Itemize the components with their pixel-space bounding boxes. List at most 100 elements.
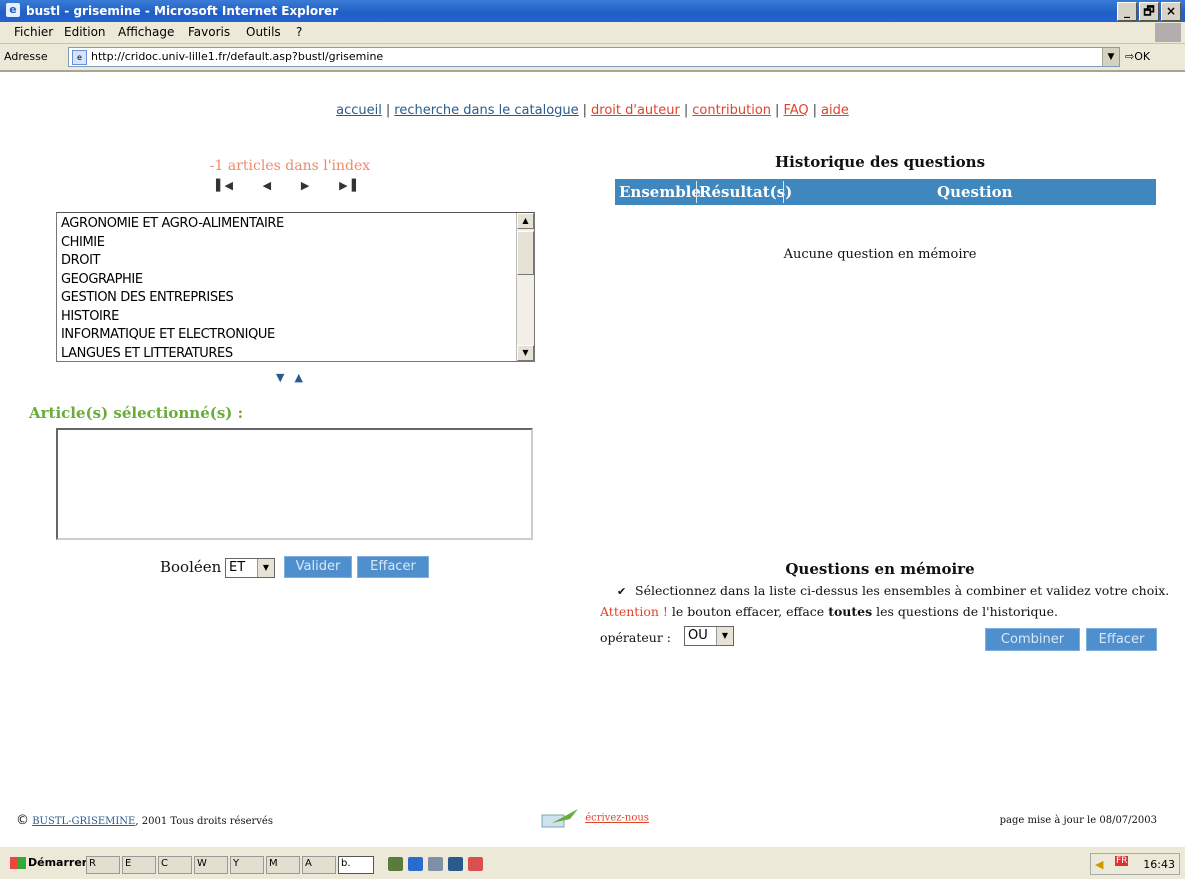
nav-separator: | — [385, 103, 391, 118]
list-item[interactable]: GESTION DES ENTREPRISES — [61, 289, 284, 308]
index-scrollbar[interactable]: ▲ ▼ — [516, 213, 534, 361]
combine-button[interactable]: Combiner — [985, 628, 1080, 651]
list-item[interactable]: INFORMATIQUE ET ELECTRONIQUE — [61, 326, 284, 345]
footer-write-us: écrivez-nous — [540, 807, 649, 829]
warning-prefix: Attention ! — [600, 604, 668, 619]
history-clear-button[interactable]: Effacer — [1086, 628, 1157, 651]
nav-link-accueil[interactable]: accueil — [336, 103, 382, 118]
explorer-quicklaunch-icon[interactable] — [428, 857, 443, 871]
column-header-question: Question — [937, 183, 1013, 201]
go-button[interactable]: ⇨OK — [1125, 50, 1150, 63]
selected-articles-box[interactable] — [56, 428, 533, 540]
close-button[interactable]: × — [1161, 2, 1181, 21]
footer-rights-text: , 2001 Tous droits réservés — [135, 816, 273, 827]
list-item[interactable]: CHIMIE — [61, 234, 284, 253]
memory-title: Questions en mémoire — [785, 560, 975, 578]
list-item[interactable]: AGRONOMIE ET AGRO-ALIMENTAIRE — [61, 215, 284, 234]
scroll-up-button[interactable]: ▲ — [517, 213, 534, 229]
list-item[interactable]: HISTOIRE — [61, 308, 284, 327]
address-input[interactable]: e http://cridoc.univ-lille1.fr/default.a… — [68, 47, 1120, 67]
language-indicator[interactable]: FR — [1115, 856, 1129, 866]
clock: 16:43 — [1143, 858, 1175, 871]
memory-note-text: Sélectionnez dans la liste ci-dessus les… — [635, 583, 1170, 598]
taskbar-button[interactable]: M — [266, 856, 300, 874]
column-divider — [783, 181, 784, 203]
list-item[interactable]: DROIT — [61, 252, 284, 271]
index-listbox[interactable]: AGRONOMIE ET AGRO-ALIMENTAIRE CHIMIE DRO… — [56, 212, 535, 362]
ie-quicklaunch-icon[interactable] — [408, 857, 423, 871]
move-arrows: ▼ ▲ — [276, 371, 303, 384]
chevron-down-icon: ▼ — [257, 559, 274, 577]
window-title-bar[interactable]: e bustl - grisemine - Microsoft Internet… — [0, 0, 1185, 22]
footer-copyright: © BUSTL-GRISEMINE, 2001 Tous droits rése… — [16, 813, 273, 828]
next-page-icon[interactable]: ▶ — [301, 179, 309, 192]
taskbar-button-active[interactable]: b. — [338, 856, 374, 874]
index-items: AGRONOMIE ET AGRO-ALIMENTAIRE CHIMIE DRO… — [61, 215, 284, 363]
first-page-icon[interactable]: ▌◀ — [216, 179, 233, 192]
footer-update-date: page mise à jour le 08/07/2003 — [999, 815, 1157, 826]
clear-button[interactable]: Effacer — [357, 556, 429, 578]
nav-link-faq[interactable]: FAQ — [783, 103, 808, 118]
menu-help[interactable]: ? — [296, 25, 302, 39]
last-page-icon[interactable]: ▶▐ — [339, 179, 356, 192]
list-item[interactable]: LANGUES ET LITTERATURES — [61, 345, 284, 364]
taskbar-button[interactable]: R — [86, 856, 120, 874]
taskbar-button[interactable]: Y — [230, 856, 264, 874]
boolean-select[interactable]: ET ▼ — [225, 558, 275, 578]
warning-text-a: le bouton effacer, efface — [667, 604, 829, 619]
menu-fichier[interactable]: Fichier — [14, 25, 53, 39]
speaker-icon[interactable]: ◀ — [1095, 858, 1103, 871]
menu-favoris[interactable]: Favoris — [188, 25, 230, 39]
windows-flag-icon — [10, 857, 26, 869]
menu-affichage[interactable]: Affichage — [118, 25, 174, 39]
operator-select[interactable]: OU ▼ — [684, 626, 734, 646]
maximize-button[interactable]: 🗗 — [1139, 2, 1159, 21]
scroll-thumb[interactable] — [517, 231, 534, 275]
footer-bustl-link[interactable]: BUSTL-GRISEMINE — [32, 816, 135, 827]
taskbar-button[interactable]: C — [158, 856, 192, 874]
address-url: http://cridoc.univ-lille1.fr/default.asp… — [91, 50, 384, 63]
page-icon: e — [72, 50, 87, 65]
list-item[interactable]: GEOGRAPHIE — [61, 271, 284, 290]
address-dropdown-button[interactable]: ▼ — [1102, 48, 1119, 66]
column-header-resultats: Résultat(s) — [699, 183, 793, 201]
memory-note: ✔ Sélectionnez dans la liste ci-dessus le… — [617, 583, 1169, 598]
validate-button[interactable]: Valider — [284, 556, 352, 578]
boolean-label: Booléen — [160, 558, 222, 576]
history-empty-message: Aucune question en mémoire — [783, 247, 977, 262]
menu-outils[interactable]: Outils — [246, 25, 281, 39]
write-us-link[interactable]: écrivez-nous — [585, 813, 649, 824]
taskbar-button[interactable]: W — [194, 856, 228, 874]
nav-link-aide[interactable]: aide — [821, 103, 849, 118]
taskbar: Démarrer R E C W Y M A b. ◀ FR 16:43 — [0, 845, 1185, 879]
column-header-ensemble: Ensemble — [619, 183, 701, 201]
nav-link-contribution[interactable]: contribution — [692, 103, 771, 118]
arrow-up-icon[interactable]: ▲ — [294, 371, 302, 384]
minimize-button[interactable]: _ — [1117, 2, 1137, 21]
previous-page-icon[interactable]: ◀ — [263, 179, 271, 192]
memory-warning: Attention ! le bouton effacer, efface to… — [600, 604, 1058, 619]
menu-edition[interactable]: Edition — [64, 25, 106, 39]
address-bar: Adresse e http://cridoc.univ-lille1.fr/d… — [0, 44, 1185, 72]
nav-separator: | — [683, 103, 689, 118]
nav-separator: | — [812, 103, 818, 118]
menu-bar: Fichier Edition Affichage Favoris Outils… — [0, 22, 1185, 44]
word-quicklaunch-icon[interactable] — [448, 857, 463, 871]
quicklaunch-icon[interactable] — [388, 857, 403, 871]
index-count: -1 articles dans l'index — [209, 158, 371, 174]
system-tray: ◀ FR 16:43 — [1090, 853, 1180, 875]
nav-link-recherche[interactable]: recherche dans le catalogue — [394, 103, 578, 118]
go-label: OK — [1134, 50, 1151, 63]
scroll-down-button[interactable]: ▼ — [517, 345, 534, 361]
windows-logo-icon — [1155, 23, 1181, 42]
nav-link-droit-auteur[interactable]: droit d'auteur — [591, 103, 680, 118]
quill-envelope-icon — [540, 807, 582, 829]
start-button[interactable]: Démarrer — [10, 856, 87, 869]
taskbar-button[interactable]: E — [122, 856, 156, 874]
taskbar-button[interactable]: A — [302, 856, 336, 874]
arrow-down-icon[interactable]: ▼ — [276, 371, 284, 384]
warning-text-b: les questions de l'historique. — [872, 604, 1058, 619]
nav-separator: | — [582, 103, 588, 118]
quicklaunch-icon[interactable] — [468, 857, 483, 871]
operator-label: opérateur : — [600, 630, 671, 645]
